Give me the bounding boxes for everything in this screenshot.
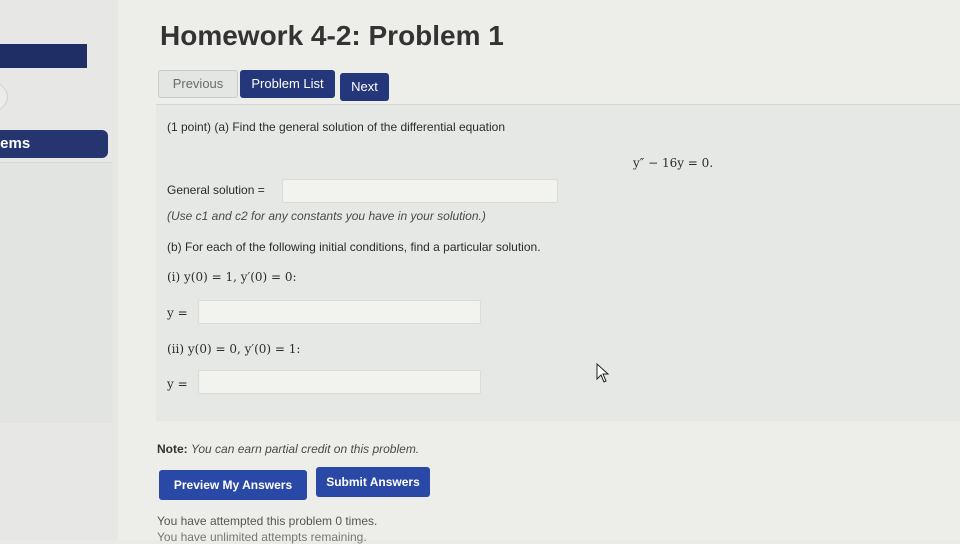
sidebar-item-problems[interactable]: lems [0,130,108,158]
remaining-attempts-text: You have unlimited attempts remaining. [157,530,367,544]
submit-answers-button[interactable]: Submit Answers [316,467,430,497]
differential-equation: y″ − 16y = 0. [633,156,714,170]
general-solution-label: General solution = [167,183,265,197]
previous-button[interactable]: Previous [158,70,238,98]
sidebar-panel [0,162,112,423]
attempts-text: You have attempted this problem 0 times. [157,514,378,528]
general-solution-input[interactable] [282,179,558,203]
problem-list-button[interactable]: Problem List [240,70,335,98]
part-b-instructions: (b) For each of the following initial co… [167,240,541,254]
mouse-pointer-icon [596,363,610,383]
sidebar-round-control[interactable] [0,80,8,114]
answer-ii-label: y = [167,377,188,391]
constants-hint: (Use c1 and c2 for any constants you hav… [167,209,486,223]
problem-intro: (1 point) (a) Find the general solution … [167,120,505,134]
note-label: Note: [157,442,188,456]
particular-solution-i-input[interactable] [198,300,481,324]
answer-i-label: y = [167,306,188,320]
sidebar-header-bar [0,44,87,68]
note: Note: You can earn partial credit on thi… [157,442,419,456]
next-button[interactable]: Next [340,73,389,101]
initial-condition-ii: (ii) y(0) = 0, y′(0) = 1: [167,342,301,356]
initial-condition-i: (i) y(0) = 1, y′(0) = 0: [167,270,297,284]
sidebar-item-problems-label: lems [0,135,31,152]
page-title: Homework 4-2: Problem 1 [160,20,504,51]
left-sidebar: lems [0,0,118,540]
particular-solution-ii-input[interactable] [198,370,481,394]
preview-answers-button[interactable]: Preview My Answers [159,470,307,500]
note-text: You can earn partial credit on this prob… [191,442,420,456]
